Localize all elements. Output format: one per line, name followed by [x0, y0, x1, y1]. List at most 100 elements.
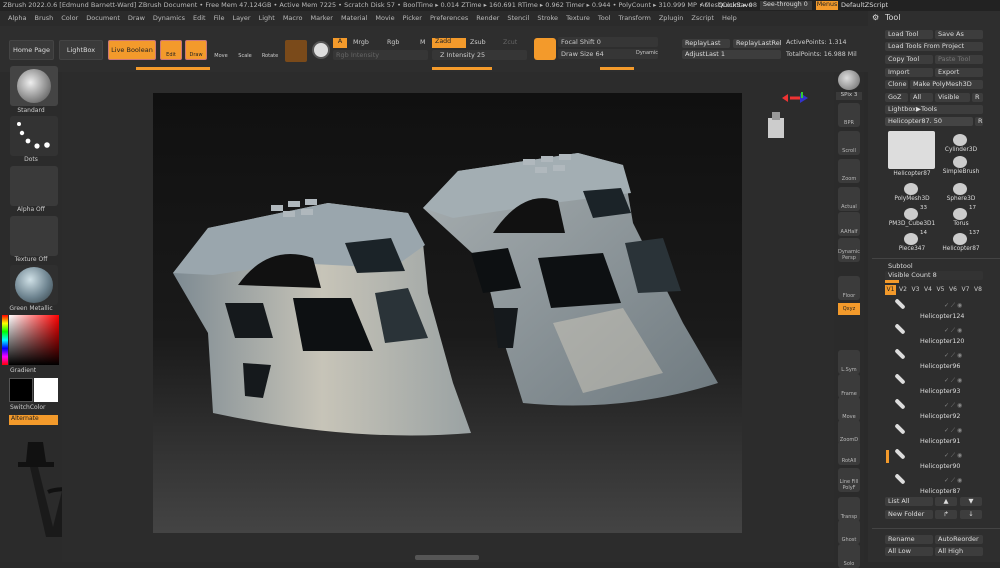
sculptris-pro-icon[interactable] — [534, 38, 556, 60]
menu-item-movie[interactable]: Movie — [375, 14, 394, 22]
subtool-toggle-icons[interactable]: ✓ ⟋ ◉ — [944, 452, 962, 460]
scale-button[interactable]: Scale — [236, 42, 254, 60]
subtool-toggle-icons[interactable]: ✓ ⟋ ◉ — [944, 302, 962, 310]
subtool-toggle-icons[interactable]: ✓ ⟋ ◉ — [944, 402, 962, 410]
edit-button[interactable]: Edit — [160, 40, 182, 60]
menu-item-macro[interactable]: Macro — [283, 14, 303, 22]
alpha-thumbnail[interactable] — [10, 166, 58, 206]
lightbox-button[interactable]: LightBox — [59, 40, 103, 60]
navigation-gizmo[interactable] — [762, 90, 822, 150]
default-zscript-button[interactable]: DefaultZScript — [841, 1, 888, 9]
menu-item-dynamics[interactable]: Dynamics — [153, 14, 185, 22]
gear-icon[interactable]: ⚙ — [872, 13, 879, 22]
zcut-button[interactable]: Zcut — [503, 39, 517, 46]
zadd-button[interactable]: Zadd — [432, 38, 466, 48]
line-fill-polyf-button[interactable]: Line Fill PolyF — [838, 468, 860, 492]
tool-thumb-icon[interactable] — [904, 183, 918, 195]
tool-thumb-icon[interactable] — [953, 183, 967, 195]
m-button[interactable]: M — [420, 39, 425, 46]
tool-thumb-icon[interactable] — [953, 208, 967, 220]
current-tool-slider[interactable]: Helicopter87. 50 — [885, 117, 973, 126]
see-through-slider[interactable]: See-through 0 — [760, 1, 812, 10]
menu-item-transform[interactable]: Transform — [619, 14, 651, 22]
zoom-button[interactable]: Zoom — [838, 159, 860, 183]
frame-button[interactable]: Frame — [838, 374, 860, 398]
subtool-scroll-indicator[interactable] — [886, 450, 889, 463]
a-button[interactable]: A — [333, 38, 347, 48]
subtool-toggle-icons[interactable]: ✓ ⟋ ◉ — [944, 352, 962, 360]
copy-tool-button[interactable]: Copy Tool — [885, 55, 933, 64]
tool-thumb-icon[interactable] — [904, 208, 918, 220]
subtool-toggle-icons[interactable]: ✓ ⟋ ◉ — [944, 327, 962, 335]
scroll-button[interactable]: Scroll — [838, 131, 860, 155]
make-polymesh-button[interactable]: Make PolyMesh3D — [910, 80, 983, 89]
menus-button[interactable]: Menus — [816, 1, 838, 10]
tool-thumb-icon[interactable] — [953, 134, 967, 146]
menu-item-picker[interactable]: Picker — [403, 14, 422, 22]
subtool-item[interactable]: Helicopter124 ✓ ⟋ ◉ — [886, 298, 986, 322]
subtool-toggle-icons[interactable]: ✓ ⟋ ◉ — [944, 427, 962, 435]
load-tool-button[interactable]: Load Tool — [885, 30, 933, 39]
goz-button[interactable]: GoZ — [885, 93, 908, 102]
dynamic-toggle[interactable]: Dynamic — [636, 50, 658, 56]
transp-button[interactable]: Transp — [838, 497, 860, 521]
tool-thumb-icon[interactable] — [904, 233, 918, 245]
arrow-right-icon[interactable]: ↱ — [935, 510, 957, 519]
menu-item-help[interactable]: Help — [722, 14, 737, 22]
aahalf-button[interactable]: AAHalf — [838, 212, 860, 236]
menu-item-brush[interactable]: Brush — [34, 14, 53, 22]
menu-item-layer[interactable]: Layer — [232, 14, 250, 22]
primary-color-swatch[interactable] — [34, 378, 58, 402]
menu-item-stroke[interactable]: Stroke — [537, 14, 558, 22]
dynamic-persp-button[interactable]: Dynamic Persp — [838, 238, 860, 262]
move-down-icon[interactable]: ▼ — [960, 497, 982, 506]
version-tab-v3[interactable]: V3 — [910, 285, 921, 295]
menu-item-material[interactable]: Material — [341, 14, 367, 22]
new-folder-button[interactable]: New Folder — [885, 510, 933, 519]
version-tab-v6[interactable]: V6 — [948, 285, 959, 295]
all-low-button[interactable]: All Low — [885, 547, 933, 556]
actual-button[interactable]: Actual — [838, 187, 860, 211]
material-thumbnail[interactable] — [10, 265, 58, 305]
solo-button[interactable]: Solo — [838, 544, 860, 568]
menu-item-texture[interactable]: Texture — [566, 14, 590, 22]
subtool-item[interactable]: Helicopter93 ✓ ⟋ ◉ — [886, 373, 986, 397]
tool-r-button[interactable]: R — [975, 117, 983, 126]
subtool-item[interactable]: Helicopter92 ✓ ⟋ ◉ — [886, 398, 986, 422]
export-button[interactable]: Export — [935, 68, 983, 77]
brush-thumbnail[interactable] — [10, 66, 58, 106]
menu-item-zplugin[interactable]: Zplugin — [659, 14, 684, 22]
switch-color-button[interactable]: SwitchColor — [0, 404, 62, 411]
home-page-button[interactable]: Home Page — [9, 40, 54, 60]
rgb-intensity-slider[interactable]: Rgb Intensity — [333, 50, 428, 60]
version-tab-v2[interactable]: V2 — [898, 285, 909, 295]
zsub-button[interactable]: Zsub — [470, 39, 486, 46]
rename-button[interactable]: Rename — [885, 535, 933, 544]
menu-item-preferences[interactable]: Preferences — [430, 14, 468, 22]
secondary-color-swatch[interactable] — [9, 378, 33, 402]
material-swatch[interactable] — [285, 40, 307, 62]
floor-button[interactable]: Floor — [838, 276, 860, 300]
subtool-item[interactable]: Helicopter91 ✓ ⟋ ◉ — [886, 423, 986, 447]
menu-item-alpha[interactable]: Alpha — [8, 14, 26, 22]
move-button[interactable]: Move — [212, 42, 230, 60]
menu-item-file[interactable]: File — [214, 14, 225, 22]
menu-item-color[interactable]: Color — [61, 14, 78, 22]
paste-tool-button[interactable]: Paste Tool — [935, 55, 983, 64]
import-button[interactable]: Import — [885, 68, 933, 77]
tool-thumb-icon[interactable] — [953, 233, 967, 245]
version-tab-v8[interactable]: V8 — [973, 285, 984, 295]
adjust-last-slider[interactable]: AdjustLast 1 — [682, 50, 781, 59]
list-all-button[interactable]: List All — [885, 497, 933, 506]
version-tab-v1[interactable]: V1 — [885, 285, 896, 295]
spix-slider[interactable]: SPix 3 — [836, 92, 862, 100]
all-button[interactable]: All — [910, 93, 933, 102]
menu-item-edit[interactable]: Edit — [193, 14, 206, 22]
subtool-item[interactable]: Helicopter120 ✓ ⟋ ◉ — [886, 323, 986, 347]
visible-count-slider[interactable]: Visible Count 8 — [885, 271, 983, 280]
move-up-icon[interactable]: ▲ — [935, 497, 957, 506]
mrgb-button[interactable]: Mrgb — [353, 39, 369, 46]
rgb-button[interactable]: Rgb — [387, 39, 399, 46]
live-boolean-button[interactable]: Live Boolean — [108, 40, 156, 60]
l-sym-button[interactable]: L.Sym — [838, 350, 860, 374]
